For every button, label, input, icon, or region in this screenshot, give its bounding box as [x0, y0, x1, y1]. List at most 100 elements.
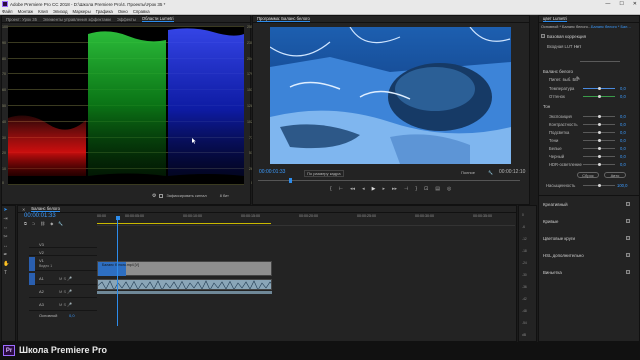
highlights-knob[interactable] [598, 130, 601, 134]
creative-checkbox[interactable] [626, 202, 630, 206]
eyedropper-icon[interactable]: ✎ [576, 76, 580, 82]
saturation-knob[interactable] [598, 183, 601, 187]
track-select-tool-icon[interactable]: ⇥ [3, 217, 8, 222]
fit-select[interactable]: По размеру кадра [304, 169, 344, 177]
menu-file[interactable]: Файл [2, 9, 13, 14]
vr-view-button[interactable]: ◎ [447, 186, 451, 192]
slip-tool-icon[interactable]: ↔ [3, 244, 8, 249]
contrast-value[interactable]: 0,0 [620, 122, 626, 127]
menu-clip[interactable]: Клип [38, 9, 48, 14]
razor-tool-icon[interactable]: ✂ [3, 235, 8, 240]
step-back-button[interactable]: ◂ [362, 186, 365, 192]
whites-knob[interactable] [598, 146, 601, 150]
input-lut-select[interactable]: Нет [574, 44, 581, 49]
clamp-checkbox[interactable] [159, 194, 164, 198]
basic-correction-header[interactable]: Базовая коррекция [547, 34, 586, 39]
v1-source-patch[interactable] [29, 257, 35, 271]
shadows-value[interactable]: 0,0 [620, 138, 626, 143]
ripple-edit-tool-icon[interactable]: ⇔ [3, 226, 8, 231]
playhead-handle[interactable] [115, 216, 120, 220]
a1-source-patch[interactable] [29, 273, 35, 285]
whites-value[interactable]: 0,0 [620, 146, 626, 151]
saturation-value[interactable]: 100,0 [617, 183, 627, 188]
wrench-icon[interactable]: ⚙ [152, 193, 156, 199]
vignette-checkbox[interactable] [626, 270, 630, 274]
creative-section[interactable]: Креативный [543, 202, 568, 207]
bit-depth-select[interactable]: 8 бит [220, 194, 229, 198]
lut-intensity-slider[interactable] [580, 61, 620, 62]
timeline-ruler[interactable]: 00:00 00:00:05:00 00:00:10:00 00:00:15:0… [97, 214, 515, 226]
temperature-value[interactable]: 0,0 [620, 86, 626, 91]
vignette-section[interactable]: Виньетка [543, 270, 562, 275]
blacks-value[interactable]: 0,0 [620, 154, 626, 159]
tab-effects[interactable]: Эффекты [117, 17, 136, 22]
lumetri-breadcrumb-main[interactable]: Основной * Баланс белого… [541, 25, 592, 29]
linked-selection-icon[interactable]: ⛓ [40, 221, 45, 226]
lift-button[interactable]: ⊣ [404, 186, 408, 192]
menu-help[interactable]: Справка [133, 9, 150, 14]
exposure-value[interactable]: 0,0 [620, 114, 626, 119]
mark-in-button[interactable]: { [330, 186, 332, 192]
video-clip[interactable]: Баланс белого.mp4 [V] [97, 261, 272, 276]
hsl-secondary-checkbox[interactable] [626, 253, 630, 257]
snap-icon[interactable]: ⊃ [32, 221, 35, 226]
menu-markers[interactable]: Маркеры [72, 9, 90, 14]
color-wheels-section[interactable]: Цветовые круги [543, 236, 575, 241]
mark-out-button[interactable]: ⊢ [339, 186, 343, 192]
comparison-view-button[interactable]: ▤ [435, 186, 440, 192]
close-button[interactable]: ✕ [633, 1, 637, 7]
tint-value[interactable]: 0,0 [620, 94, 626, 99]
timeline-timecode[interactable]: 00:00:01:33 [24, 213, 56, 219]
go-to-in-button[interactable]: ◂◂ [350, 186, 355, 192]
hdr-specular-knob[interactable] [598, 162, 601, 166]
maximize-button[interactable]: ☐ [619, 1, 623, 7]
basic-correction-checkbox[interactable] [541, 34, 545, 38]
add-marker-icon[interactable]: ◆ [50, 221, 53, 226]
master-track-value[interactable]: 0,0 [69, 313, 75, 318]
tab-project[interactable]: Проект: Урок 35 [6, 17, 37, 22]
go-to-out-button[interactable]: ▸▸ [392, 186, 397, 192]
program-scrub-bar[interactable] [258, 178, 520, 183]
extract-button[interactable]: } [415, 186, 417, 192]
arrow-tool-icon[interactable]: ➤ [3, 208, 8, 213]
curves-checkbox[interactable] [626, 219, 630, 223]
tone-section[interactable]: Тон [543, 104, 550, 109]
tab-lumetri-scopes[interactable]: Области Lumetri [141, 16, 174, 22]
color-wheels-checkbox[interactable] [626, 236, 630, 240]
timeline-playhead[interactable] [117, 216, 118, 326]
highlights-value[interactable]: 0,0 [620, 130, 626, 135]
auto-button[interactable]: Авто [604, 172, 626, 178]
menu-edit[interactable]: Монтаж [18, 9, 34, 14]
menu-window[interactable]: Окно [118, 9, 128, 14]
pen-tool-icon[interactable]: ✒ [3, 253, 8, 258]
audio-clip-a2[interactable] [97, 291, 272, 294]
menu-sequence[interactable]: Эпизод [53, 9, 68, 14]
minimize-button[interactable]: — [605, 1, 610, 7]
hsl-secondary-section[interactable]: HSL дополнительно [543, 253, 584, 258]
audio-clip-a1[interactable] [97, 279, 272, 290]
temperature-slider-knob[interactable] [598, 86, 601, 90]
quality-select[interactable]: Полное [461, 170, 475, 175]
shadows-knob[interactable] [598, 138, 601, 142]
program-playhead[interactable] [289, 178, 292, 183]
play-button[interactable]: ▶ [372, 186, 376, 192]
tab-lumetri-color[interactable]: цвет Lumetri [543, 16, 567, 22]
exposure-knob[interactable] [598, 114, 601, 118]
step-forward-button[interactable]: ▸ [382, 186, 385, 192]
tab-effect-controls[interactable]: Элементы управления эффектами [43, 17, 111, 22]
menu-graphics[interactable]: Графика [96, 9, 113, 14]
timeline-settings-icon[interactable]: 🔧 [58, 221, 63, 226]
lumetri-breadcrumb-clip[interactable]: Баланс белого * Бал… [591, 25, 631, 29]
curves-section[interactable]: Кривые [543, 219, 558, 224]
export-frame-button[interactable]: ⊡ [424, 186, 428, 192]
program-current-timecode[interactable]: 00:00:01:33 [259, 169, 285, 175]
nest-toggle-icon[interactable]: ⧉ [24, 221, 27, 226]
hdr-specular-value[interactable]: 0,0 [620, 162, 626, 167]
type-tool-icon[interactable]: T [3, 271, 8, 276]
contrast-knob[interactable] [598, 122, 601, 126]
tab-sequence[interactable]: Баланс белого [31, 206, 60, 212]
work-area-bar[interactable] [97, 223, 271, 225]
tab-program[interactable]: Программа: Баланс белого [257, 16, 310, 22]
reset-button[interactable]: Сброс [577, 172, 599, 178]
settings-wrench-icon[interactable]: 🔧 [488, 170, 493, 175]
